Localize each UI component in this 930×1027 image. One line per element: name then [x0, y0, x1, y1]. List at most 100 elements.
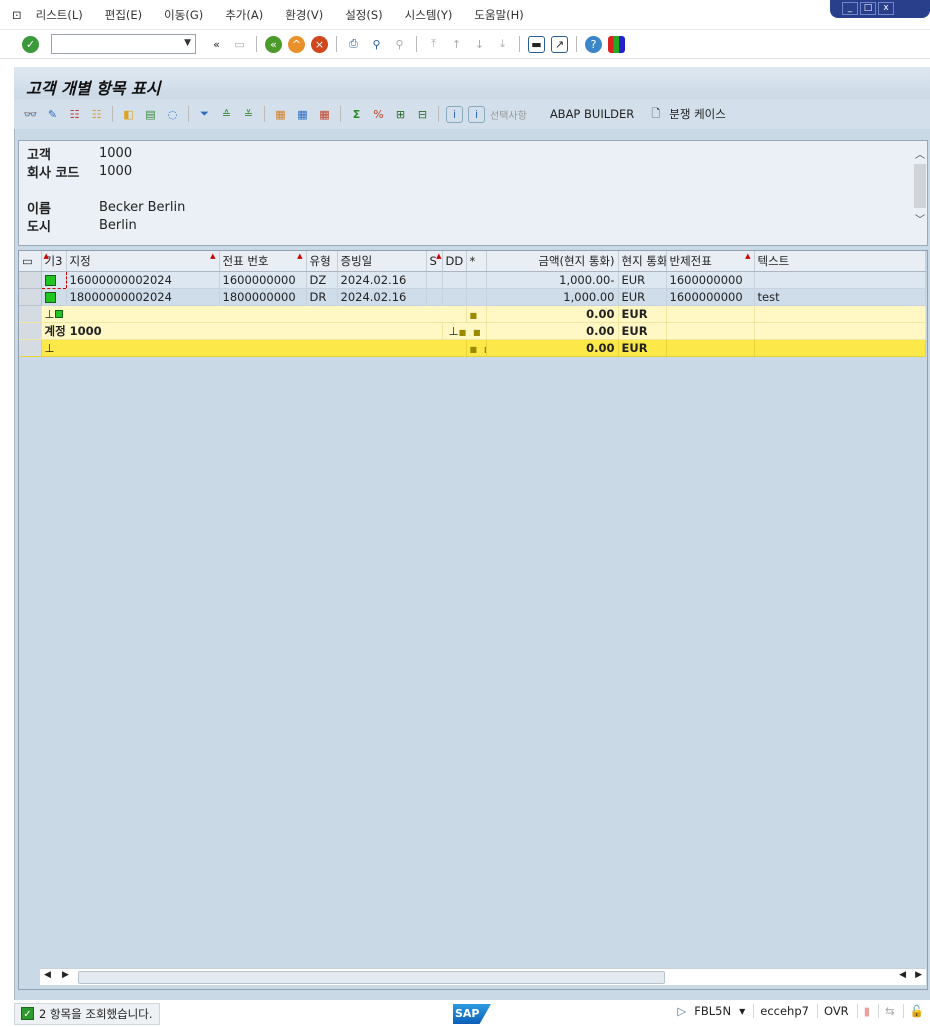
row-selector[interactable]: [19, 271, 42, 289]
transaction-code[interactable]: FBL5N: [694, 1004, 731, 1018]
total-row[interactable]: ⊥ ■ ■ ■ 0.00 EUR: [19, 339, 926, 357]
help-icon[interactable]: ?: [585, 35, 602, 53]
close-button[interactable]: x: [878, 2, 894, 15]
scroll-left-end-icon[interactable]: ◀: [899, 970, 906, 980]
company-code-label: 회사 코드: [27, 165, 80, 181]
expand-icon[interactable]: ⊞: [392, 106, 409, 123]
abap-builder-button[interactable]: ABAP BUILDER: [550, 107, 634, 121]
col-doc-date[interactable]: 증빙일: [337, 251, 427, 272]
col-currency[interactable]: 현지 통화: [618, 251, 667, 272]
document-icon[interactable]: ▤: [142, 106, 159, 123]
row-selector[interactable]: [19, 322, 42, 340]
col-status[interactable]: ▲ 기3: [41, 251, 67, 272]
doc-no-cell[interactable]: 1600000000: [219, 271, 307, 289]
detail-icon[interactable]: ◧: [120, 106, 137, 123]
sum-icon[interactable]: Σ: [348, 106, 365, 123]
doc-no-cell[interactable]: 1800000000: [219, 288, 307, 306]
col-type[interactable]: 유형: [306, 251, 338, 272]
menu-extras[interactable]: 추가(A): [225, 7, 263, 23]
cancel-icon[interactable]: ×: [311, 35, 328, 53]
table-row[interactable]: 18000000002024 1800000000 DR 2024.02.16 …: [19, 288, 926, 306]
scroll-up-icon[interactable]: ︿: [912, 146, 928, 161]
col-amount[interactable]: 금액(현지 통화): [486, 251, 619, 272]
menu-system[interactable]: 시스템(Y): [405, 7, 453, 23]
menu-icon[interactable]: ⊡: [12, 8, 22, 22]
dispute-case-button[interactable]: 분쟁 케이스: [669, 106, 726, 122]
shortcut-icon[interactable]: ↗: [551, 35, 568, 53]
menu-goto[interactable]: 이동(G): [164, 7, 203, 23]
col-label: 텍스트: [757, 253, 790, 268]
select-all-icon[interactable]: ☷: [66, 106, 83, 123]
scroll-thumb[interactable]: [914, 164, 926, 208]
filter-icon[interactable]: ⏷: [196, 106, 213, 123]
menu-list[interactable]: 리스트(L): [36, 7, 83, 23]
save-icon[interactable]: ▭: [231, 36, 248, 53]
menu-help[interactable]: 도움말(H): [474, 7, 523, 23]
col-clearing-doc[interactable]: 반제전표 ▲: [666, 251, 755, 272]
next-page-icon[interactable]: ↓: [471, 36, 488, 53]
select-layout-icon[interactable]: ▦: [316, 106, 333, 123]
first-page-icon[interactable]: ⤒: [425, 36, 442, 53]
display-icon[interactable]: ◌: [164, 106, 181, 123]
status-message[interactable]: ✓ 2 항목을 조회했습니다.: [14, 1002, 160, 1025]
glasses-icon[interactable]: 👓: [22, 106, 39, 123]
selections-info-icon[interactable]: i: [468, 105, 485, 123]
subtotal-row[interactable]: ⊥ ■ 0.00 EUR: [19, 305, 926, 323]
header-scrollbar[interactable]: ︿ ﹀: [912, 146, 928, 240]
menu-edit[interactable]: 편집(E): [105, 7, 142, 23]
exit-icon[interactable]: ^: [288, 35, 305, 53]
col-dd[interactable]: DD: [442, 251, 467, 272]
print-icon[interactable]: ⎙: [345, 36, 362, 53]
row-selector[interactable]: [19, 305, 42, 323]
table-row[interactable]: 16000000002024 1600000000 DZ 2024.02.16 …: [19, 270, 926, 289]
s-cell: [426, 271, 443, 289]
col-assignment[interactable]: 지정 ▲: [66, 251, 220, 272]
deselect-icon[interactable]: ☷: [88, 106, 105, 123]
chevron-down-icon[interactable]: ▼: [739, 1007, 745, 1016]
sort-ascending-icon[interactable]: ≙: [218, 106, 235, 123]
row-selector[interactable]: [19, 339, 42, 357]
amount-cell: 1,000.00-: [486, 271, 619, 289]
amount-cell: 0.00: [486, 339, 619, 357]
menu-environment[interactable]: 환경(V): [285, 7, 323, 23]
new-session-icon[interactable]: ▬: [528, 35, 545, 53]
scroll-thumb[interactable]: [78, 971, 665, 984]
enter-icon[interactable]: ✓: [22, 35, 39, 53]
scroll-right-end-icon[interactable]: ▶: [915, 970, 922, 980]
command-field[interactable]: ▼: [51, 34, 196, 54]
pencil-icon[interactable]: ✎: [44, 106, 61, 123]
col-doc-no[interactable]: 전표 번호 ▲: [219, 251, 307, 272]
subtotal-row[interactable]: 계정 1000 ⊥■ ■ 0.00 EUR: [19, 322, 926, 340]
layout-grid-icon[interactable]: ▦: [272, 106, 289, 123]
layout-icon[interactable]: [608, 35, 625, 53]
subtotal-icon[interactable]: %: [370, 106, 387, 123]
insert-mode[interactable]: OVR: [816, 1004, 849, 1018]
horizontal-scrollbar[interactable]: ◀ ▶ ◀ ▶: [40, 968, 926, 985]
select-all-cell[interactable]: ▭: [19, 251, 42, 272]
unlock-icon[interactable]: 🔓: [902, 1004, 924, 1018]
scroll-down-icon[interactable]: ﹀: [912, 211, 928, 226]
back-icon[interactable]: «: [265, 35, 282, 53]
row-selector[interactable]: [19, 288, 42, 306]
find-next-icon[interactable]: ⚲: [391, 36, 408, 53]
col-star[interactable]: *: [466, 251, 487, 272]
play-icon[interactable]: ▷: [677, 1004, 686, 1018]
maximize-button[interactable]: □: [860, 2, 876, 15]
chevron-down-icon[interactable]: ▼: [184, 38, 191, 48]
prev-page-icon[interactable]: ↑: [448, 36, 465, 53]
info-icon[interactable]: i: [446, 105, 463, 123]
last-page-icon[interactable]: ⤓: [494, 36, 511, 53]
sort-descending-icon[interactable]: ≚: [240, 106, 257, 123]
find-icon[interactable]: ⚲: [368, 36, 385, 53]
collapse-all-icon[interactable]: ⊟: [414, 106, 431, 123]
change-layout-icon[interactable]: ▦: [294, 106, 311, 123]
col-s[interactable]: S ▲: [426, 251, 443, 272]
minimize-button[interactable]: _: [842, 2, 858, 15]
col-text[interactable]: 텍스트: [754, 251, 926, 272]
scroll-left-icon[interactable]: ◀: [44, 970, 51, 980]
selections-button[interactable]: 선택사항: [490, 107, 527, 122]
collapse-icon[interactable]: «: [208, 36, 225, 53]
status-message-text: 2 항목을 조회했습니다.: [39, 1006, 153, 1021]
menu-settings[interactable]: 설정(S): [345, 7, 382, 23]
scroll-right-icon[interactable]: ▶: [62, 970, 69, 980]
